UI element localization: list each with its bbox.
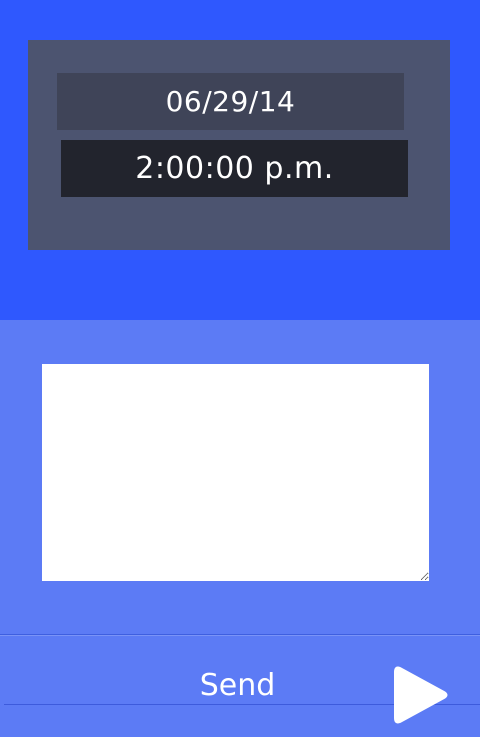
date-field[interactable]: 06/29/14 [57,73,404,130]
datetime-panel: 06/29/14 2:00:00 p.m. [28,40,450,250]
message-input[interactable] [42,364,429,581]
send-button-label[interactable]: Send [170,666,305,706]
time-field[interactable]: 2:00:00 p.m. [61,140,408,197]
play-arrow-icon[interactable] [392,664,452,726]
play-arrow-shape [394,666,448,724]
divider [0,634,480,636]
